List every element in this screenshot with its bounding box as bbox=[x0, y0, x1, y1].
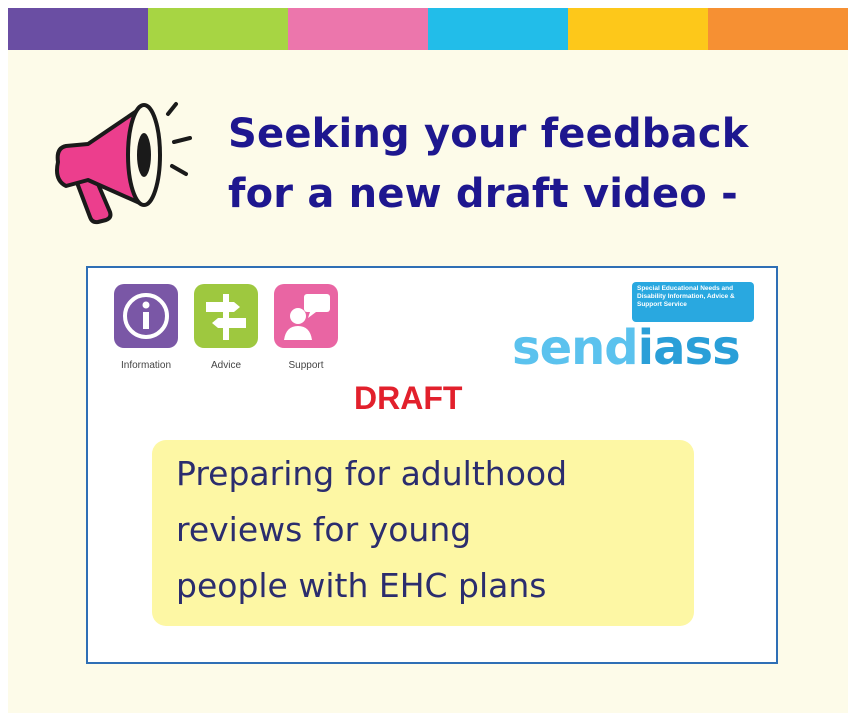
video-thumbnail[interactable]: Information Advice Support Special Educa… bbox=[86, 266, 778, 664]
video-title-line-1: Preparing for adulthood bbox=[176, 454, 568, 493]
video-title-box: Preparing for adulthood reviews for youn… bbox=[152, 440, 694, 626]
sendiass-logo: sendiass bbox=[512, 320, 741, 376]
color-stripes bbox=[8, 8, 848, 50]
information-icon bbox=[123, 293, 169, 339]
advice-tile bbox=[194, 284, 258, 348]
headline: Seeking your feedback for a new draft vi… bbox=[228, 104, 828, 224]
logo-tagline: Special Educational Needs and Disability… bbox=[632, 282, 754, 322]
stripe-blue bbox=[428, 8, 568, 50]
megaphone-icon bbox=[55, 102, 192, 225]
video-title-line-3: people with EHC plans bbox=[176, 566, 547, 605]
stripe-orange bbox=[708, 8, 848, 50]
feedback-card: Seeking your feedback for a new draft vi… bbox=[8, 8, 848, 713]
headline-line-1: Seeking your feedback bbox=[228, 111, 749, 157]
draft-label: DRAFT bbox=[354, 380, 463, 416]
signpost-icon bbox=[206, 294, 246, 340]
logo-word-send: send bbox=[512, 320, 639, 376]
support-tile bbox=[274, 284, 338, 348]
speech-person-icon bbox=[284, 294, 330, 340]
logo-word-iass: iass bbox=[637, 320, 741, 376]
information-tile bbox=[114, 284, 178, 348]
headline-line-2: for a new draft video - bbox=[228, 171, 738, 217]
information-label: Information bbox=[120, 360, 172, 371]
stripe-pink bbox=[288, 8, 428, 50]
stripe-green bbox=[148, 8, 288, 50]
support-label: Support bbox=[288, 360, 324, 371]
advice-label: Advice bbox=[210, 360, 241, 371]
stripe-purple bbox=[8, 8, 148, 50]
stripe-yellow bbox=[568, 8, 708, 50]
video-title-line-2: reviews for young bbox=[176, 510, 472, 549]
